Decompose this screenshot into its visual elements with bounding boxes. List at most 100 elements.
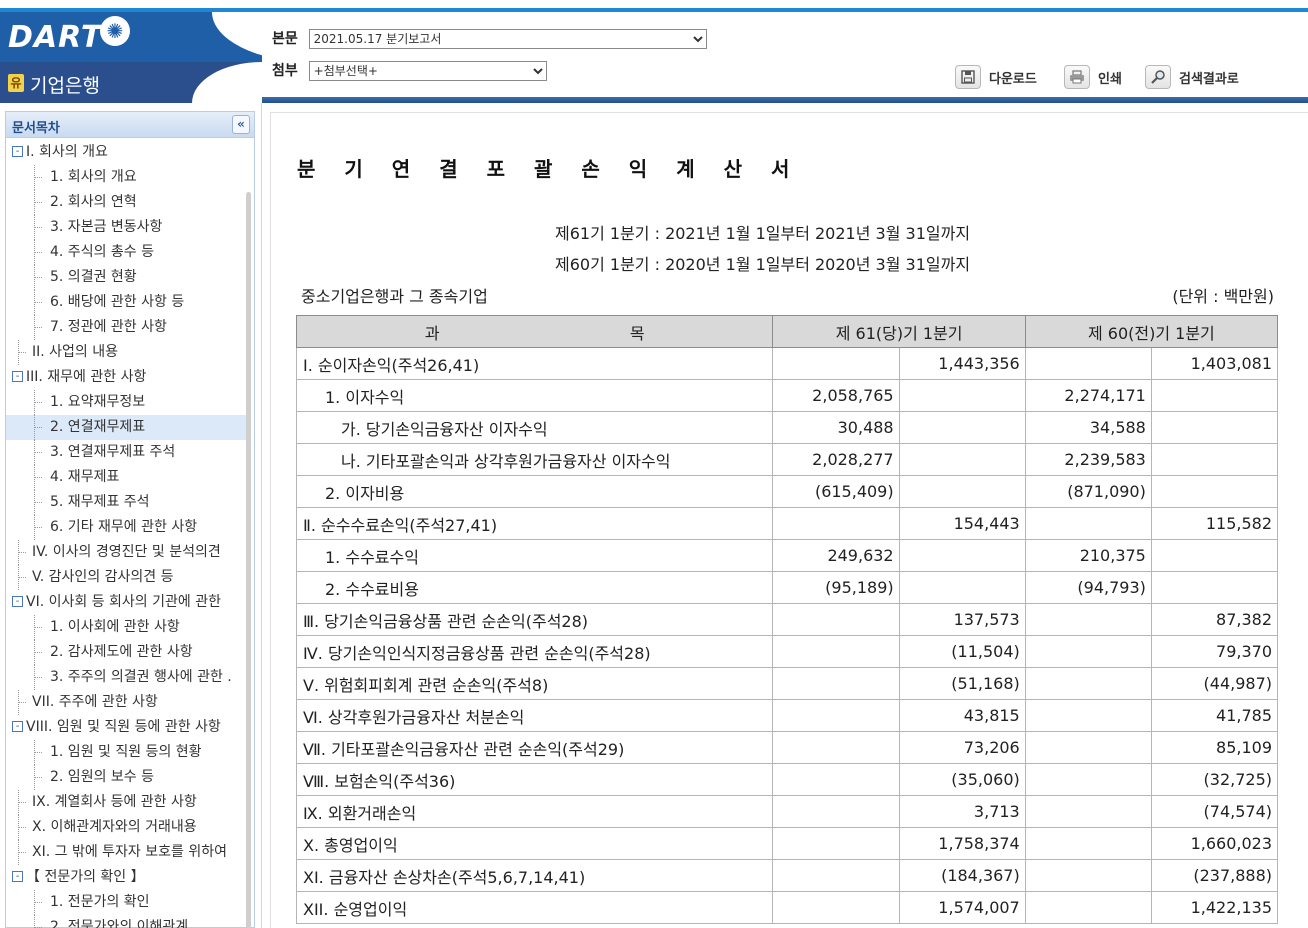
toc-item[interactable]: IX. 계열회사 등에 관한 사항 [6, 790, 251, 815]
toc-item[interactable]: - I. 회사의 개요 [6, 140, 251, 165]
cell-p1 [1024, 347, 1152, 380]
toc-item-label: 4. 주식의 총수 등 [50, 244, 154, 260]
toc-item[interactable]: 5. 재무제표 주석 [6, 490, 251, 515]
period-current: 제61기 1분기 : 2021년 1월 1일부터 2021년 3월 31일까지 [555, 224, 971, 243]
toc-item[interactable]: 5. 의결권 현황 [6, 265, 251, 290]
income-statement-table: 과 목 제 61(당)기 1분기 제 60(전)기 1분기 Ⅰ. 순이자손익(주… [295, 315, 1279, 924]
cell-c2 [898, 411, 1026, 444]
toc-item[interactable]: II. 사업의 내용 [6, 340, 251, 365]
search-result-button[interactable]: 검색결과로 [1145, 64, 1239, 90]
cell-c2: 1,758,374 [898, 827, 1026, 860]
cell-c2: 1,443,356 [898, 347, 1026, 380]
tree-tick [34, 277, 42, 278]
table-row: 나. 기타포괄손익과 상각후원가금융자산 이자수익 2,028,277 2,239,… [295, 443, 1279, 476]
toc-item[interactable]: 2. 전문가와의 이해관계 [6, 915, 251, 928]
toc-item-label: 2. 연결재무제표 [50, 419, 146, 435]
toc-item-label: 1. 전문가의 확인 [50, 894, 150, 910]
toc-item[interactable]: X. 이해관계자와의 거래내용 [6, 815, 251, 840]
toc-item[interactable]: 1. 전문가의 확인 [6, 890, 251, 915]
toc-item[interactable]: 2. 회사의 연혁 [6, 190, 251, 215]
toc-item[interactable]: 3. 자본금 변동사항 [6, 215, 251, 240]
logo-area: DART ✺ 유 기업은행 [0, 12, 312, 103]
dart-logo[interactable]: DART [8, 20, 102, 55]
toc-item[interactable]: 2. 감사제도에 관한 사항 [6, 640, 251, 665]
print-button[interactable]: 인쇄 [1064, 64, 1122, 90]
cell-c2 [898, 443, 1026, 476]
cell-c1 [772, 667, 900, 700]
row-label: Ⅵ. 상각후원가금융자산 처분손익 [295, 699, 774, 732]
toc-item[interactable]: 2. 임원의 보수 등 [6, 765, 251, 790]
row-label: XI. 금융자산 손상차손(주석5,6,7,14,41) [295, 859, 774, 892]
tree-tick [18, 577, 26, 578]
toc-item[interactable]: V. 감사인의 감사의견 등 [6, 565, 251, 590]
toc-item[interactable]: 1. 회사의 개요 [6, 165, 251, 190]
unit-label: (단위 : 백만원) [1172, 287, 1274, 306]
cell-p1 [1024, 667, 1152, 700]
print-label: 인쇄 [1098, 71, 1122, 87]
dart-logo-icon: ✺ [100, 16, 130, 46]
toc-item[interactable]: - III. 재무에 관한 사항 [6, 365, 251, 390]
cell-p2 [1150, 379, 1279, 412]
cell-c1 [772, 507, 900, 540]
cell-c2 [898, 571, 1026, 604]
document-content: 분기연결포괄손익계산서 제61기 1분기 : 2021년 1월 1일부터 202… [270, 112, 1308, 928]
toc-item[interactable]: 4. 주식의 총수 등 [6, 240, 251, 265]
cell-c1 [772, 859, 900, 892]
toc-item-label: X. 이해관계자와의 거래내용 [32, 819, 197, 835]
collapse-node-icon[interactable]: - [12, 595, 23, 607]
body-select[interactable]: 2021.05.17 분기보고서 [308, 29, 707, 49]
toc-item[interactable]: 6. 배당에 관한 사항 등 [6, 290, 251, 315]
toc-scrollbar[interactable] [246, 192, 251, 928]
toc-item[interactable]: 4. 재무제표 [6, 465, 251, 490]
attach-select[interactable]: +첨부선택+ [308, 61, 547, 81]
cell-c2 [898, 379, 1026, 412]
download-label: 다운로드 [989, 71, 1037, 87]
tree-tick [18, 552, 26, 553]
toc-item-label: 【 전문가의 확인 】 [26, 869, 145, 885]
toc-item[interactable]: 3. 연결재무제표 주석 [6, 440, 251, 465]
cell-c1 [772, 731, 900, 764]
cell-c1 [772, 891, 900, 924]
toc-item[interactable]: XI. 그 밖에 투자자 보호를 위하여 [6, 840, 251, 865]
tree-tick [34, 452, 42, 453]
cell-c2: 3,713 [898, 795, 1026, 828]
toc-item[interactable]: 1. 임원 및 직원 등의 현황 [6, 740, 251, 765]
body-row: 본문 2021.05.17 분기보고서 [272, 28, 707, 49]
toc-item[interactable]: - VI. 이사회 등 회사의 기관에 관한 [6, 590, 251, 615]
toc-item[interactable]: 6. 기타 재무에 관한 사항 [6, 515, 251, 540]
cell-p2: (237,888) [1150, 859, 1279, 892]
cell-p1 [1024, 891, 1152, 924]
tree-tick [18, 802, 26, 803]
toc-item-label: VIII. 임원 및 직원 등에 관한 사항 [26, 719, 221, 735]
toc-title: 문서목차 [12, 121, 60, 136]
toc-item[interactable]: - 【 전문가의 확인 】 [6, 865, 251, 890]
toc-item[interactable]: 7. 정관에 관한 사항 [6, 315, 251, 340]
toc-item[interactable]: 1. 이사회에 관한 사항 [6, 615, 251, 640]
collapse-node-icon[interactable]: - [12, 145, 23, 157]
cell-p1 [1024, 795, 1152, 828]
tree-tick [18, 352, 26, 353]
cell-p2: 41,785 [1150, 699, 1279, 732]
toc-item[interactable]: IV. 이사의 경영진단 및 분석의견 [6, 540, 251, 565]
cell-c2: 137,573 [898, 603, 1026, 636]
table-row: Ⅹ. 총영업이익 1,758,374 1,660,023 [295, 827, 1279, 860]
download-button[interactable]: 다운로드 [955, 64, 1037, 90]
collapse-toc-button[interactable]: « [232, 115, 250, 134]
row-label: Ⅱ. 순수수료손익(주석27,41) [295, 507, 774, 540]
toc-item[interactable]: 2. 연결재무제표 [6, 415, 251, 440]
collapse-node-icon[interactable]: - [12, 370, 23, 382]
table-row: 가. 당기손익금융자산 이자수익 30,488 34,588 [295, 411, 1279, 444]
collapse-node-icon[interactable]: - [12, 720, 23, 732]
cell-c2: (11,504) [898, 635, 1026, 668]
cell-c1: 2,058,765 [772, 379, 900, 412]
collapse-node-icon[interactable]: - [12, 870, 23, 882]
toc-item[interactable]: 1. 요약재무정보 [6, 390, 251, 415]
toc-item[interactable]: VII. 주주에 관한 사항 [6, 690, 251, 715]
toc-item[interactable]: - VIII. 임원 및 직원 등에 관한 사항 [6, 715, 251, 740]
header-current: 제 61(당)기 1분기 [772, 315, 1026, 348]
toc-item-label: 5. 재무제표 주석 [50, 494, 150, 510]
document-title: 분기연결포괄손익계산서 [297, 157, 819, 181]
toc-item[interactable]: 3. 주주의 의결권 행사에 관한 . [6, 665, 251, 690]
row-label: 1. 이자수익 [295, 379, 774, 412]
cell-c1: 249,632 [772, 539, 900, 572]
